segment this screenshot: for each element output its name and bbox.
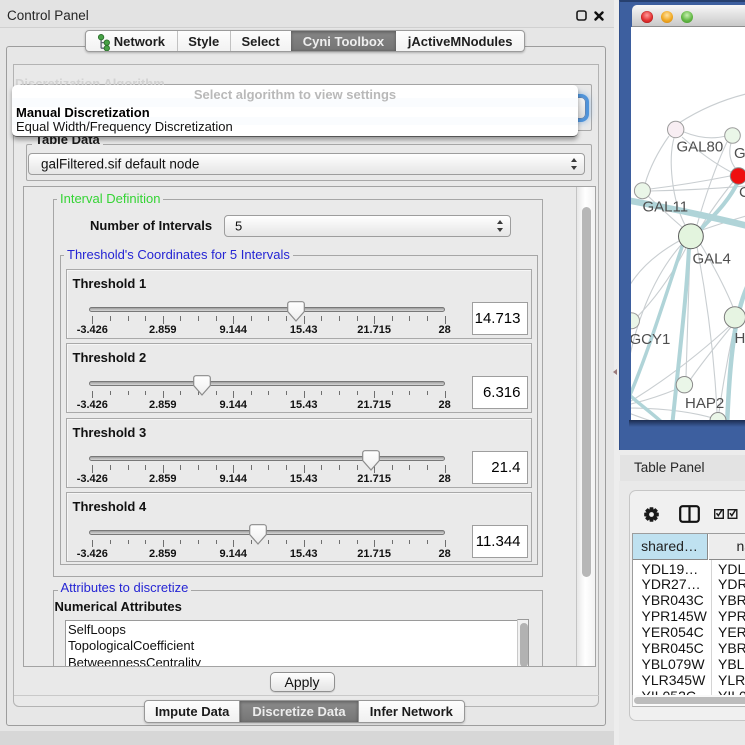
svg-text:GCY1: GCY1 bbox=[631, 331, 670, 348]
svg-text:HAP2: HAP2 bbox=[685, 395, 724, 412]
svg-text:GAL11: GAL11 bbox=[643, 199, 689, 216]
svg-text:GAL80: GAL80 bbox=[677, 139, 724, 156]
svg-text:HI: HI bbox=[735, 330, 745, 347]
svg-text:GAL4: GAL4 bbox=[693, 251, 731, 268]
svg-text:GA: GA bbox=[734, 145, 745, 162]
svg-text:C: C bbox=[739, 184, 745, 201]
